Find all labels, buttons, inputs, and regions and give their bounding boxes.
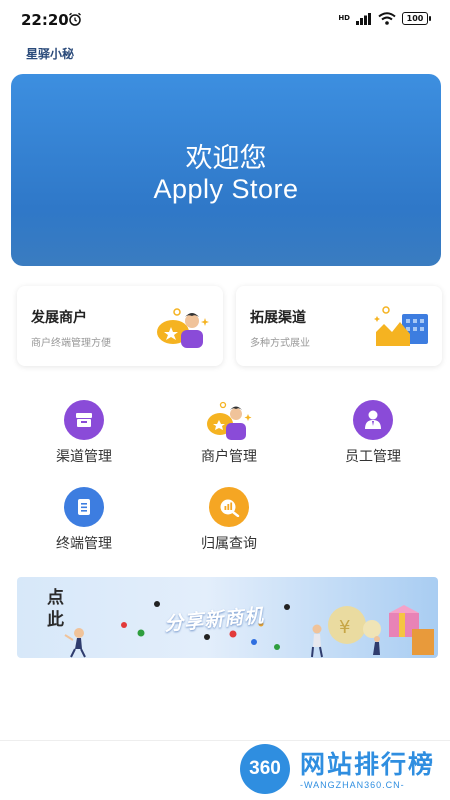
card-develop-merchant[interactable]: 发展商户 商户终端管理方便: [17, 286, 223, 366]
bottom-divider: [0, 740, 450, 741]
network-badge: HD: [338, 14, 350, 22]
hero-store-name: Apply Store: [153, 174, 299, 204]
app-title: 星驿小秘: [26, 47, 75, 61]
channel-illustration-icon: [374, 306, 428, 346]
merchant-illustration-icon: [157, 308, 209, 348]
card-title: 发展商户: [31, 310, 87, 326]
hero-banner[interactable]: 欢迎您 Apply Store: [11, 74, 441, 266]
grid-label: 终端管理: [56, 536, 112, 552]
wifi-icon: [378, 12, 396, 25]
svg-text:¥: ¥: [339, 617, 350, 638]
grid-staff-management[interactable]: 员工管理: [313, 400, 433, 466]
status-bar: 22:20 HD 100: [0, 0, 450, 40]
watermark-url: -WANGZHAN360.CN-: [300, 780, 405, 790]
grid-terminal-management[interactable]: 终端管理: [24, 487, 144, 553]
watermark: 360 网站排行榜 -WANGZHAN360.CN-: [236, 742, 450, 798]
grid-label: 商户管理: [201, 449, 257, 465]
card-subtitle: 商户终端管理方便: [31, 338, 111, 349]
status-time: 22:20: [21, 11, 69, 29]
ownership-query-icon: [204, 487, 254, 527]
promo-banner[interactable]: 点此 ¥ 分享新商机: [17, 577, 438, 658]
card-title: 拓展渠道: [250, 310, 306, 326]
signal-icon: [356, 12, 371, 25]
battery-indicator: 100: [402, 12, 431, 25]
terminal-icon: [59, 487, 109, 527]
staff-icon: [348, 400, 398, 440]
grid-label: 渠道管理: [56, 449, 112, 465]
watermark-logo: 360: [240, 744, 290, 794]
channel-icon: [59, 400, 109, 440]
card-subtitle: 多种方式展业: [250, 338, 310, 349]
hero-greeting: 欢迎您: [185, 143, 267, 174]
grid-label: 归属查询: [201, 536, 257, 552]
grid-channel-management[interactable]: 渠道管理: [24, 400, 144, 466]
alarm-icon: [69, 12, 81, 26]
grid-ownership-query[interactable]: 归属查询: [169, 487, 289, 553]
merchant-icon: [204, 400, 254, 440]
watermark-title: 网站排行榜: [300, 750, 436, 779]
grid-label: 员工管理: [345, 449, 401, 465]
grid-merchant-management[interactable]: 商户管理: [169, 400, 289, 466]
card-expand-channel[interactable]: 拓展渠道 多种方式展业: [236, 286, 442, 366]
